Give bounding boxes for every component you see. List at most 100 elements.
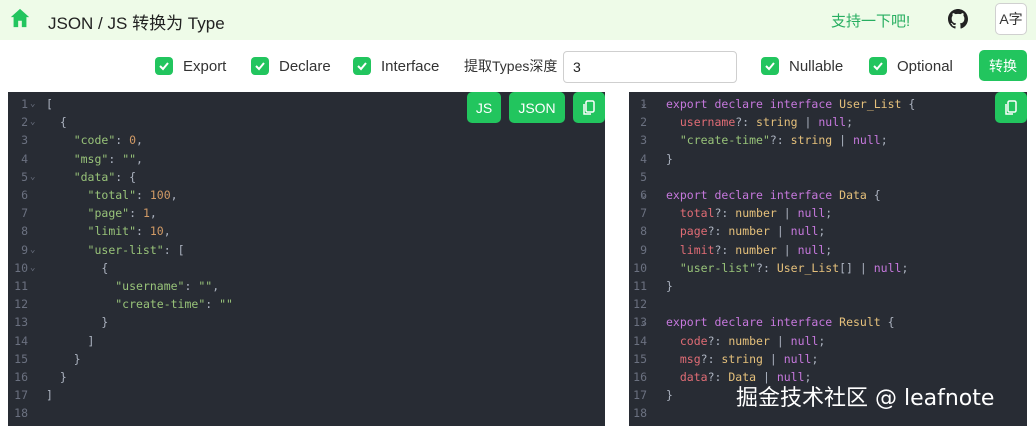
depth-input[interactable]: [563, 51, 737, 83]
code-text: "limit": 10,: [46, 222, 171, 240]
json-input-editor[interactable]: JS JSON 1 ⌄[2 ⌄ {3 "code": 0, 4 "msg": "", 5…: [8, 92, 605, 426]
code-token: ;: [811, 351, 819, 366]
line-number: 8: [21, 224, 28, 239]
code-token: "": [122, 151, 137, 166]
code-text: export declare interface Data {: [666, 186, 881, 204]
code-token: }: [666, 151, 673, 166]
check-icon[interactable]: [761, 57, 779, 75]
code-token: Result: [839, 315, 881, 330]
export-checkbox[interactable]: Export: [155, 56, 226, 76]
copy-output-button[interactable]: [995, 92, 1027, 123]
github-icon[interactable]: [948, 9, 968, 29]
fold-chevron-icon[interactable]: ⌄: [30, 113, 35, 131]
line-number: 5: [640, 169, 647, 184]
code-token: :: [129, 206, 143, 221]
translate-icon: A字: [999, 11, 1023, 27]
code-text: "create-time"?: string | null;: [666, 131, 888, 149]
nullable-checkbox[interactable]: Nullable: [761, 56, 843, 76]
type-output-editor[interactable]: 1 ⌄ export declare interface User_List {2 …: [629, 92, 1027, 426]
copy-input-button[interactable]: [573, 92, 605, 123]
code-token: ?:: [714, 206, 736, 221]
code-token: "data": [73, 169, 116, 184]
code-token: null: [852, 133, 881, 148]
convert-button[interactable]: 转换: [979, 50, 1027, 81]
declare-checkbox[interactable]: Declare: [251, 56, 331, 76]
code-token: [] |: [839, 260, 874, 275]
code-token: ,: [149, 206, 157, 221]
support-link[interactable]: 支持一下吧!: [831, 10, 910, 31]
code-token: ?:: [769, 133, 791, 148]
code-token: ;: [901, 260, 909, 275]
check-icon[interactable]: [353, 57, 371, 75]
fold-chevron-icon[interactable]: ⌄: [641, 186, 646, 204]
copy-icon: [1005, 99, 1017, 115]
code-text: limit?: number | null;: [666, 241, 832, 259]
check-icon[interactable]: [251, 57, 269, 75]
fold-chevron-icon[interactable]: ⌄: [30, 95, 35, 113]
code-token: string: [790, 133, 833, 148]
code-token: "total": [87, 188, 137, 202]
line-number: 14: [633, 333, 647, 348]
code-token: "": [198, 279, 213, 293]
line-number: 18: [14, 406, 28, 421]
code-token: declare: [714, 188, 763, 202]
line-number: 11: [633, 279, 647, 293]
code-token: |: [769, 333, 791, 348]
line-number: 14: [14, 333, 28, 348]
code-token: number: [735, 242, 777, 257]
code-text: }: [666, 150, 673, 168]
code-token: interface: [769, 188, 833, 202]
fold-chevron-icon[interactable]: ⌄: [641, 95, 646, 113]
line-number: 4: [21, 151, 28, 166]
code-token: :: [136, 224, 150, 239]
js-button[interactable]: JS: [467, 92, 501, 123]
check-icon[interactable]: [869, 57, 887, 75]
check-icon[interactable]: [155, 57, 173, 75]
code-token: {: [46, 115, 67, 130]
code-token: ?:: [714, 242, 736, 257]
home-icon[interactable]: [9, 7, 31, 29]
code-token: interface: [769, 97, 833, 111]
fold-chevron-icon[interactable]: ⌄: [30, 168, 35, 186]
code-token: :: [115, 133, 130, 148]
code-token: export: [666, 97, 708, 111]
json-button[interactable]: JSON: [509, 92, 565, 123]
code-token: "code": [73, 133, 116, 148]
code-token: {: [901, 97, 916, 111]
line-number: 18: [633, 406, 647, 421]
interface-checkbox[interactable]: Interface: [353, 56, 439, 76]
code-token: "limit": [87, 224, 137, 239]
app-header: JSON / JS 转换为 Type 支持一下吧! A字: [0, 0, 1036, 40]
line-number: 15: [14, 351, 28, 366]
line-number: 4: [640, 151, 647, 166]
line-number: 3: [21, 133, 28, 148]
fold-chevron-icon[interactable]: ⌄: [30, 259, 35, 277]
code-token: }: [666, 388, 673, 403]
code-token: :: [108, 151, 123, 166]
code-token: |: [769, 224, 791, 239]
fold-chevron-icon[interactable]: ⌄: [641, 313, 646, 331]
line-number: 12: [633, 297, 647, 312]
code-token: }: [46, 370, 67, 384]
code-text: {: [46, 113, 67, 131]
code-token: ,: [212, 279, 220, 293]
line-number: 7: [21, 206, 28, 221]
code-text: "create-time": "": [46, 295, 233, 313]
translate-button[interactable]: A字: [995, 3, 1027, 35]
code-token: |: [776, 206, 798, 221]
code-text: code?: number | null;: [666, 332, 825, 350]
options-bar: Export Declare Interface 提取Types深度 Nulla…: [0, 44, 1036, 86]
code-text: "page": 1,: [46, 204, 157, 222]
code-text: ]: [46, 386, 53, 404]
code-token: }: [46, 315, 109, 330]
fold-chevron-icon[interactable]: ⌄: [30, 241, 35, 259]
optional-checkbox[interactable]: Optional: [869, 56, 953, 76]
code-token: User_List: [839, 97, 902, 111]
page-title: JSON / JS 转换为 Type: [48, 14, 225, 33]
